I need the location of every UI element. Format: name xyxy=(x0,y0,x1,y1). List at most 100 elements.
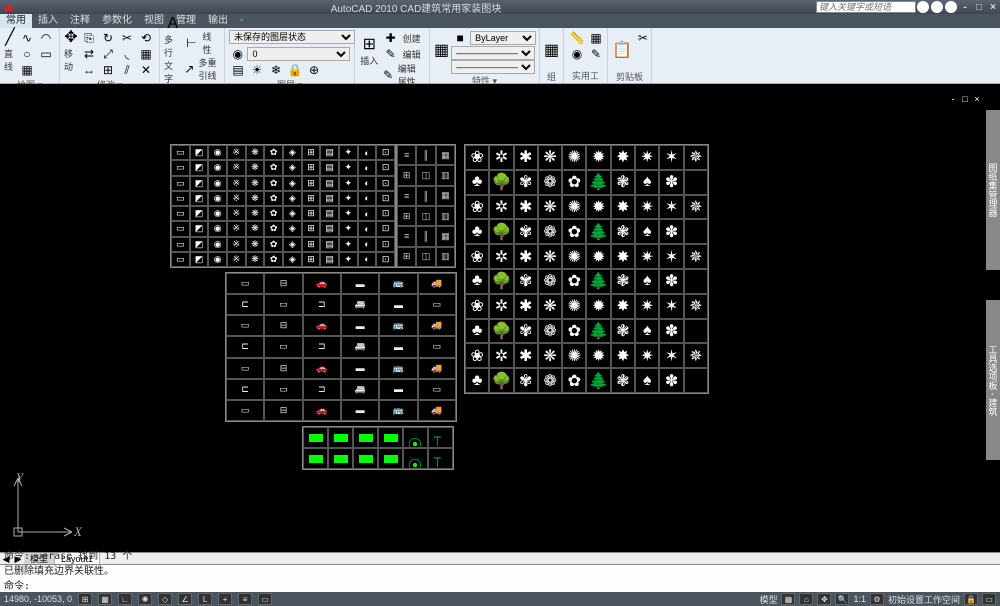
block-edit-icon[interactable]: ✎ xyxy=(382,46,400,62)
block-cell[interactable]: ✸ xyxy=(611,244,635,269)
measure-icon[interactable]: 📏 xyxy=(568,30,586,46)
block-cell[interactable] xyxy=(328,427,353,448)
array-icon[interactable]: ⊞ xyxy=(99,62,117,78)
drawing-canvas[interactable]: - □ × ▭◩◉※❋✿◈⊞▤✦◐⊡▭◩◉※❋✿◈⊞▤✦◐⊡▭◩◉※❋✿◈⊞▤✦… xyxy=(0,84,1000,552)
rotate-icon[interactable]: ↻ xyxy=(99,30,117,46)
block-cell[interactable]: ⊡ xyxy=(376,237,395,252)
block-cell[interactable]: 🌲 xyxy=(586,269,610,294)
block-cell[interactable]: ▭ xyxy=(171,176,190,191)
block-cell[interactable]: ✶ xyxy=(659,145,683,170)
block-cell[interactable]: ◉ xyxy=(208,237,227,252)
block-cell[interactable]: ≡ xyxy=(397,186,416,206)
clean-screen-button[interactable]: ▭ xyxy=(982,593,996,605)
block-cell[interactable]: ◫ xyxy=(416,165,435,185)
block-cell[interactable]: ◐ xyxy=(358,145,377,160)
panel-group[interactable]: 组 xyxy=(544,70,559,82)
block-cell[interactable]: ✿ xyxy=(264,160,283,175)
block-cell[interactable]: ◉ xyxy=(208,221,227,236)
panel-util[interactable]: 实用工具 ▾ xyxy=(568,69,603,81)
block-cell[interactable]: ◈ xyxy=(283,160,302,175)
block-cell[interactable]: ▭ xyxy=(171,191,190,206)
block-cell[interactable]: ║ xyxy=(416,186,435,206)
block-cell[interactable]: ❁ xyxy=(538,170,562,195)
block-cell[interactable]: ✶ xyxy=(659,195,683,220)
block-cell[interactable]: ❋ xyxy=(538,145,562,170)
block-cell[interactable]: ▭ xyxy=(418,379,456,400)
block-cell[interactable]: ✦ xyxy=(339,160,358,175)
block-cell[interactable]: ❃ xyxy=(611,368,635,393)
rect-icon[interactable]: ▭ xyxy=(37,46,55,62)
text-button[interactable]: A多行 文字 xyxy=(164,30,181,70)
block-cell[interactable]: ▭ xyxy=(171,145,190,160)
block-cell[interactable]: ✾ xyxy=(514,170,538,195)
block-cell[interactable]: ❁ xyxy=(538,219,562,244)
block-cell[interactable]: ▭ xyxy=(264,336,302,357)
otrack-button[interactable]: ∠ xyxy=(178,593,192,605)
block-cell[interactable] xyxy=(353,448,378,469)
block-cell[interactable]: ✷ xyxy=(635,195,659,220)
block-cell[interactable]: ▭ xyxy=(171,206,190,221)
block-cell[interactable]: ⊞ xyxy=(397,247,416,267)
block-cell[interactable]: ✦ xyxy=(339,206,358,221)
block-cell[interactable]: ▦ xyxy=(436,186,455,206)
workspace-gear-icon[interactable]: ⚙ xyxy=(870,593,884,605)
block-cell[interactable]: ✽ xyxy=(659,319,683,344)
block-cell[interactable]: 🚚 xyxy=(418,315,456,336)
block-cell[interactable]: ⊞ xyxy=(302,221,321,236)
block-cell[interactable]: ◐ xyxy=(358,252,377,267)
block-cell[interactable]: ❋ xyxy=(538,343,562,368)
block-cell[interactable]: ◉ xyxy=(208,145,227,160)
block-cell[interactable]: ✦ xyxy=(339,221,358,236)
properties-button[interactable]: ▦ xyxy=(434,30,449,70)
block-cell[interactable]: ▭ xyxy=(226,400,264,421)
block-cell[interactable]: ▬ xyxy=(341,400,379,421)
block-cell[interactable]: ◉ xyxy=(208,191,227,206)
block-cell[interactable]: 🚌 xyxy=(379,315,417,336)
block-cell[interactable]: ✾ xyxy=(514,319,538,344)
block-cell[interactable]: ⊞ xyxy=(302,206,321,221)
block-cell[interactable]: ✹ xyxy=(586,343,610,368)
tab-parametric[interactable]: 参数化 xyxy=(96,14,138,28)
block-cell[interactable]: ║ xyxy=(416,145,435,165)
block-cell[interactable]: ◈ xyxy=(283,252,302,267)
block-cell[interactable]: ◈ xyxy=(283,237,302,252)
block-cell[interactable]: ❃ xyxy=(611,219,635,244)
block-cell[interactable]: ❋ xyxy=(538,294,562,319)
block-cell[interactable]: ⊐ xyxy=(303,379,341,400)
block-cell[interactable]: ◈ xyxy=(283,145,302,160)
block-cell[interactable]: ⦿ xyxy=(403,448,428,469)
block-cell[interactable]: ▥ xyxy=(436,206,455,226)
block-cell[interactable]: ❀ xyxy=(465,145,489,170)
block-cell[interactable]: ✿ xyxy=(562,170,586,195)
block-cell[interactable]: ║ xyxy=(416,226,435,246)
block-cell[interactable]: ◈ xyxy=(283,191,302,206)
block-cell[interactable]: ♠ xyxy=(635,219,659,244)
block-cell[interactable]: ◈ xyxy=(283,176,302,191)
block-cell[interactable]: ⊏ xyxy=(226,336,264,357)
cut-icon[interactable]: ✂ xyxy=(634,30,652,46)
block-cell[interactable]: ◐ xyxy=(358,221,377,236)
block-cell[interactable]: ▬ xyxy=(341,315,379,336)
close-button[interactable]: × xyxy=(986,1,1000,13)
block-cell[interactable]: ✽ xyxy=(659,219,683,244)
block-cell[interactable]: ✶ xyxy=(659,343,683,368)
block-cell[interactable]: ❁ xyxy=(538,269,562,294)
polyline-icon[interactable]: ∿ xyxy=(18,30,36,46)
block-cell[interactable]: 🌳 xyxy=(489,269,513,294)
dyn-button[interactable]: + xyxy=(218,593,232,605)
block-cell[interactable]: 🚌 xyxy=(379,358,417,379)
block-cell[interactable]: ▬ xyxy=(341,358,379,379)
block-cell[interactable]: ▭ xyxy=(226,273,264,294)
tab-output[interactable]: 输出 xyxy=(202,14,234,28)
block-cell[interactable]: ◐ xyxy=(358,237,377,252)
block-cell[interactable]: ⊞ xyxy=(397,165,416,185)
command-line[interactable]: 命令: .erase 找到 13 个 已删除填充边界关联性。 命令: xyxy=(0,564,1000,592)
block-cell[interactable]: ♠ xyxy=(635,170,659,195)
block-cell[interactable]: ❁ xyxy=(538,319,562,344)
block-cell[interactable]: ✦ xyxy=(339,237,358,252)
tab-annotate[interactable]: 注释 xyxy=(64,14,96,28)
block-cell[interactable]: ⊡ xyxy=(376,206,395,221)
doc-close-button[interactable]: × xyxy=(972,94,982,104)
block-cell[interactable]: ⊡ xyxy=(376,221,395,236)
color-select[interactable]: ByLayer xyxy=(470,31,536,45)
